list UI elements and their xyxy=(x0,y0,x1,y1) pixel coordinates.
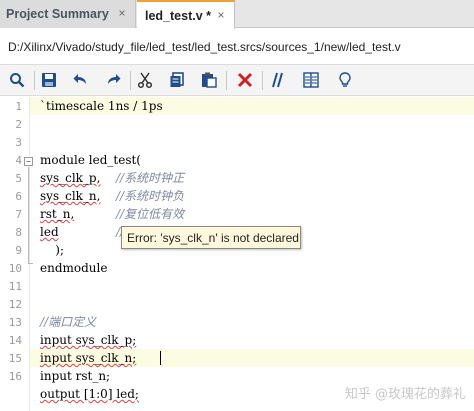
toolbar-separator xyxy=(130,71,131,90)
copy-icon[interactable] xyxy=(166,69,188,91)
line-number: 5 xyxy=(15,172,22,185)
tab-close-icon[interactable]: × xyxy=(115,6,129,20)
line-number: 8 xyxy=(15,226,22,239)
code-editor[interactable]: 1 2 3 4 5 6 7 8 9 10 11 12 13 14 15 16 −… xyxy=(0,97,474,411)
file-path-bar: D:/Xilinx/Vivado/study_file/led_test/led… xyxy=(0,29,474,64)
tab-close-icon[interactable]: × xyxy=(214,8,228,22)
line-number: 11 xyxy=(8,280,22,293)
line-number: 6 xyxy=(15,190,22,203)
redo-icon[interactable] xyxy=(102,69,124,91)
code-line[interactable]: input sys_clk_p; xyxy=(30,331,474,349)
line-number: 3 xyxy=(15,136,22,149)
editor-tab-bar: Project Summary × led_test.v * × xyxy=(0,0,474,29)
line-number: 1 xyxy=(15,100,22,113)
line-number: 12 xyxy=(8,298,22,311)
tab-label: led_test.v * xyxy=(145,8,212,23)
code-text: endmodule xyxy=(40,261,108,275)
cut-icon[interactable] xyxy=(134,69,156,91)
code-text: sys_clk_p, xyxy=(40,171,101,185)
code-comment: //系统时钟负 xyxy=(116,189,185,203)
code-line-current[interactable]: input sys_clk_n; xyxy=(30,349,474,367)
code-comment: //系统时钟正 xyxy=(116,171,185,185)
search-icon[interactable] xyxy=(6,69,28,91)
line-number: 13 xyxy=(8,316,22,329)
code-text: output [1:0] led; xyxy=(40,387,139,401)
line-number-gutter: 1 2 3 4 5 6 7 8 9 10 11 12 13 14 15 16 − xyxy=(0,97,33,411)
toolbar-separator xyxy=(226,71,227,90)
line-number: 10 xyxy=(8,262,22,275)
tab-led-test[interactable]: led_test.v * × xyxy=(137,0,235,29)
code-line[interactable] xyxy=(30,115,474,133)
delete-icon[interactable] xyxy=(234,69,256,91)
line-number: 14 xyxy=(8,334,22,347)
code-line[interactable]: sys_clk_p, //系统时钟正 xyxy=(30,169,474,187)
code-line[interactable] xyxy=(30,277,474,295)
code-line[interactable]: sys_clk_n, //系统时钟负 xyxy=(30,187,474,205)
code-text: sys_clk_n, xyxy=(40,189,101,203)
code-text: ); xyxy=(40,243,64,257)
save-icon[interactable] xyxy=(38,69,60,91)
code-text: input sys_clk_p; xyxy=(40,333,137,347)
error-message: Error: 'sys_clk_n' is not declared xyxy=(127,230,299,245)
code-text: `timescale 1ns / 1ps xyxy=(40,99,163,113)
line-number: 2 xyxy=(15,118,22,131)
paste-icon[interactable] xyxy=(198,69,220,91)
line-number: 7 xyxy=(15,208,22,221)
file-path: D:/Xilinx/Vivado/study_file/led_test/led… xyxy=(8,39,401,54)
editor-toolbar xyxy=(0,64,474,96)
code-comment: //端口定义 xyxy=(40,315,97,329)
line-number: 15 xyxy=(8,352,22,365)
line-number: 4 xyxy=(15,154,22,167)
code-text: input rst_n; xyxy=(40,369,111,383)
code-line[interactable]: module led_test( xyxy=(30,151,474,169)
toolbar-separator xyxy=(262,71,263,90)
code-text: led xyxy=(40,225,59,239)
watermark: 知乎 @玫瑰花的葬礼 xyxy=(345,383,466,402)
fold-guide xyxy=(28,167,29,263)
code-text: input sys_clk_n; xyxy=(40,351,137,365)
watermark-text: 知乎 @玫瑰花的葬礼 xyxy=(344,387,466,402)
tab-project-summary[interactable]: Project Summary × xyxy=(0,0,136,28)
toolbar-separator xyxy=(34,71,35,90)
undo-icon[interactable] xyxy=(70,69,92,91)
code-text: rst_n, xyxy=(40,207,75,221)
insert-template-icon[interactable] xyxy=(334,69,356,91)
tab-label: Project Summary xyxy=(6,7,109,21)
code-comment: //复位低有效 xyxy=(116,207,185,221)
code-line[interactable]: //端口定义 xyxy=(30,313,474,331)
error-tooltip: Error: 'sys_clk_n' is not declared xyxy=(121,226,301,249)
code-line[interactable] xyxy=(30,295,474,313)
column-select-icon[interactable] xyxy=(300,69,322,91)
comment-icon[interactable] xyxy=(268,69,290,91)
code-line[interactable] xyxy=(30,133,474,151)
code-line[interactable]: `timescale 1ns / 1ps xyxy=(30,97,474,115)
code-line[interactable]: rst_n, //复位低有效 xyxy=(30,205,474,223)
line-number: 9 xyxy=(15,244,22,257)
text-cursor xyxy=(160,351,161,365)
line-number: 16 xyxy=(8,370,22,383)
code-line[interactable]: endmodule xyxy=(30,259,474,277)
code-text: module led_test( xyxy=(40,153,141,167)
